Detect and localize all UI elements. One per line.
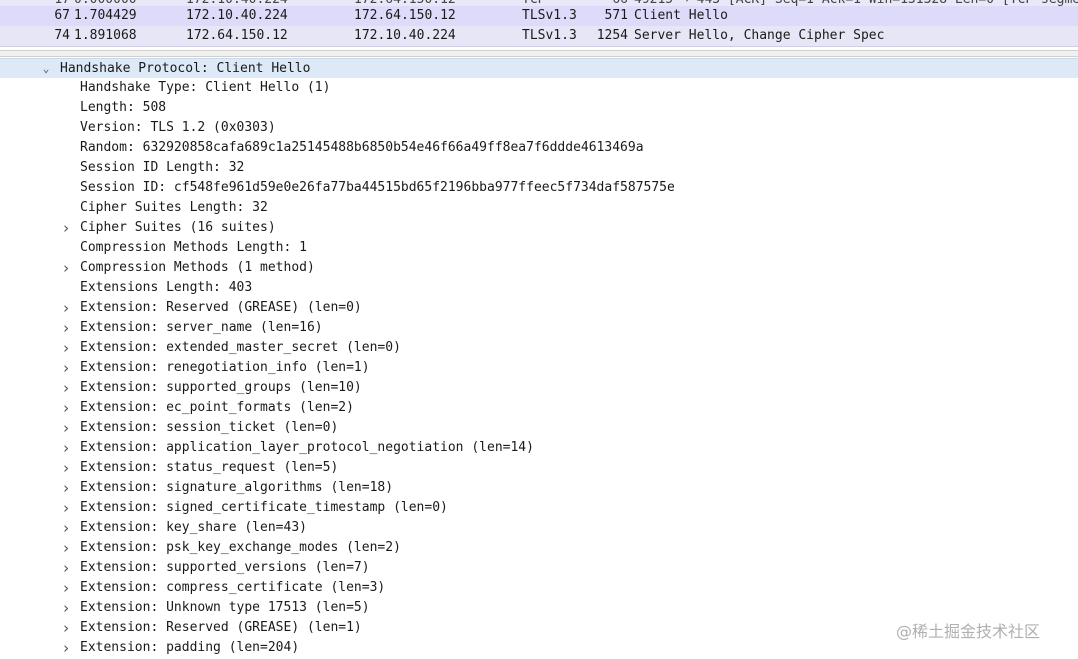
tree-node-expandable[interactable]: › Extension: signature_algorithms (len=18… (0, 478, 1078, 498)
tree-node-expandable[interactable]: › Extension: supported_versions (len=7) (0, 558, 1078, 578)
tree-node-label: Session ID: cf548fe961d59e0e26fa77ba4451… (80, 180, 675, 195)
tree-node-field[interactable]: Session ID Length: 32 (0, 158, 1078, 178)
tree-node-handshake-protocol[interactable]: ⌄ Handshake Protocol: Client Hello (0, 58, 1078, 78)
packet-length: 571 (604, 8, 628, 23)
packet-time: 1.704429 (74, 8, 137, 23)
tree-node-expandable[interactable]: › Compression Methods (1 method) (0, 258, 1078, 278)
tree-node-label: Compression Methods Length: 1 (80, 240, 307, 255)
tree-node-expandable[interactable]: › Extension: session_ticket (len=0) (0, 418, 1078, 438)
chevron-right-icon[interactable]: › (60, 638, 72, 658)
chevron-right-icon[interactable]: › (60, 558, 72, 578)
packet-info: Client Hello (634, 8, 728, 23)
tree-node-label: Extension: supported_versions (len=7) (80, 560, 370, 575)
chevron-right-icon[interactable]: › (60, 458, 72, 478)
chevron-right-icon[interactable]: › (60, 598, 72, 618)
tree-node-label: Extension: renegotiation_info (len=1) (80, 360, 370, 375)
tree-node-expandable[interactable]: › Cipher Suites (16 suites) (0, 218, 1078, 238)
tree-node-expandable[interactable]: › Extension: compress_certificate (len=3) (0, 578, 1078, 598)
chevron-down-icon[interactable]: ⌄ (40, 59, 52, 79)
tree-node-label: Extension: key_share (len=43) (80, 520, 307, 535)
tree-node-expandable[interactable]: › Extension: server_name (len=16) (0, 318, 1078, 338)
packet-length: 1254 (596, 28, 628, 43)
packet-row[interactable]: 74 1.891068 172.64.150.12 172.10.40.224 … (0, 26, 1078, 47)
packet-number: 74 (54, 28, 70, 43)
chevron-right-icon[interactable]: › (60, 418, 72, 438)
packet-time: 1.891068 (74, 28, 137, 43)
tree-node-label: Version: TLS 1.2 (0x0303) (80, 120, 276, 135)
tree-node-label: Extension: Reserved (GREASE) (len=1) (80, 620, 362, 635)
tree-node-expandable[interactable]: › Extension: key_share (len=43) (0, 518, 1078, 538)
packet-protocol: TLSv1.3 (522, 8, 577, 23)
chevron-right-icon[interactable]: › (60, 218, 72, 238)
tree-node-expandable[interactable]: › Extension: status_request (len=5) (0, 458, 1078, 478)
tree-node-label: Extension: supported_groups (len=10) (80, 380, 362, 395)
packet-list: 17 0.000000 172.10.40.224 172.64.150.12 … (0, 0, 1078, 49)
tree-node-expandable[interactable]: › Extension: application_layer_protocol_n… (0, 438, 1078, 458)
tree-node-expandable[interactable]: › Extension: supported_groups (len=10) (0, 378, 1078, 398)
tree-node-field[interactable]: Compression Methods Length: 1 (0, 238, 1078, 258)
tree-node-expandable[interactable]: › Extension: renegotiation_info (len=1) (0, 358, 1078, 378)
chevron-right-icon[interactable]: › (60, 498, 72, 518)
chevron-right-icon[interactable]: › (60, 298, 72, 318)
tree-node-field[interactable]: Session ID: cf548fe961d59e0e26fa77ba4451… (0, 178, 1078, 198)
chevron-right-icon[interactable]: › (60, 338, 72, 358)
tree-node-field[interactable]: Handshake Type: Client Hello (1) (0, 78, 1078, 98)
tree-node-label: Extension: ec_point_formats (len=2) (80, 400, 354, 415)
packet-destination: 172.10.40.224 (354, 28, 456, 43)
packet-protocol: TLSv1.3 (522, 28, 577, 43)
tree-node-label: Length: 508 (80, 100, 167, 115)
tree-node-label: Extension: padding (len=204) (80, 640, 300, 655)
chevron-right-icon[interactable]: › (60, 378, 72, 398)
chevron-right-icon[interactable]: › (60, 518, 72, 538)
packet-source: 172.64.150.12 (186, 28, 288, 43)
tree-node-label: Extension: psk_key_exchange_modes (len=2… (80, 540, 401, 555)
tree-node-label: Extension: Unknown type 17513 (len=5) (80, 600, 370, 615)
tree-node-label: Extension: status_request (len=5) (80, 460, 339, 475)
tree-node-label: Cipher Suites Length: 32 (80, 200, 268, 215)
tree-node-field[interactable]: Extensions Length: 403 (0, 278, 1078, 298)
chevron-right-icon[interactable]: › (60, 398, 72, 418)
tree-node-label: Extensions Length: 403 (80, 280, 253, 295)
chevron-right-icon[interactable]: › (60, 258, 72, 278)
chevron-right-icon[interactable]: › (60, 618, 72, 638)
tree-node-label: Compression Methods (1 method) (80, 260, 315, 275)
tree-node-label: Handshake Type: Client Hello (1) (80, 80, 331, 95)
tree-node-label: Random: 632920858cafa689c1a25145488b6850… (80, 140, 644, 155)
watermark: @稀土掘金技术社区 (896, 622, 1041, 641)
tree-node-label: Cipher Suites (16 suites) (80, 220, 276, 235)
tree-node-label: Handshake Protocol: Client Hello (60, 61, 311, 76)
tree-node-label: Session ID Length: 32 (80, 160, 245, 175)
packet-source: 172.10.40.224 (186, 8, 288, 23)
tree-node-field[interactable]: Cipher Suites Length: 32 (0, 198, 1078, 218)
tree-node-label: Extension: compress_certificate (len=3) (80, 580, 386, 595)
chevron-right-icon[interactable]: › (60, 438, 72, 458)
tree-node-field[interactable]: Random: 632920858cafa689c1a25145488b6850… (0, 138, 1078, 158)
tree-node-label: Extension: signed_certificate_timestamp … (80, 500, 448, 515)
packet-info: Server Hello, Change Cipher Spec (634, 28, 885, 43)
tree-node-expandable[interactable]: › Extension: signed_certificate_timestamp… (0, 498, 1078, 518)
tree-node-field[interactable]: Version: TLS 1.2 (0x0303) (0, 118, 1078, 138)
chevron-right-icon[interactable]: › (60, 578, 72, 598)
tree-node-expandable[interactable]: › Extension: Reserved (GREASE) (len=0) (0, 298, 1078, 318)
packet-number: 67 (54, 8, 70, 23)
chevron-right-icon[interactable]: › (60, 478, 72, 498)
tree-node-label: Extension: extended_master_secret (len=0… (80, 340, 401, 355)
packet-row-selected[interactable]: 67 1.704429 172.10.40.224 172.64.150.12 … (0, 6, 1078, 27)
chevron-right-icon[interactable]: › (60, 538, 72, 558)
tree-node-field[interactable]: Length: 508 (0, 98, 1078, 118)
tree-node-label: Extension: application_layer_protocol_ne… (80, 440, 534, 455)
tree-node-label: Extension: session_ticket (len=0) (80, 420, 339, 435)
chevron-right-icon[interactable]: › (60, 318, 72, 338)
packet-destination: 172.64.150.12 (354, 8, 456, 23)
chevron-right-icon[interactable]: › (60, 358, 72, 378)
tree-node-label: Extension: Reserved (GREASE) (len=0) (80, 300, 362, 315)
tree-node-label: Extension: signature_algorithms (len=18) (80, 480, 394, 495)
tree-node-expandable[interactable]: › Extension: ec_point_formats (len=2) (0, 398, 1078, 418)
pane-splitter[interactable] (0, 50, 1078, 57)
tree-node-expandable[interactable]: › Extension: Unknown type 17513 (len=5) (0, 598, 1078, 618)
tree-node-label: Extension: server_name (len=16) (80, 320, 323, 335)
tree-node-expandable[interactable]: › Extension: extended_master_secret (len=… (0, 338, 1078, 358)
packet-details-tree: ⌄ Handshake Protocol: Client Hello Hands… (0, 58, 1078, 659)
tree-node-expandable[interactable]: › Extension: psk_key_exchange_modes (len=… (0, 538, 1078, 558)
